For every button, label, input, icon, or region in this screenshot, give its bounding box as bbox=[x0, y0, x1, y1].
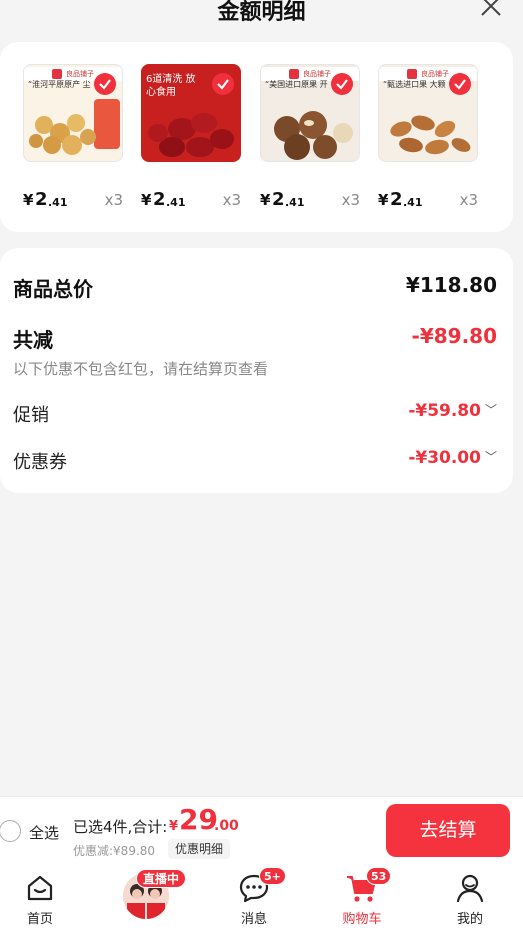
check-icon[interactable] bbox=[449, 73, 471, 95]
coupon-value-group[interactable]: -¥30.00 ﹀ bbox=[408, 448, 497, 468]
product-thumbnail[interactable]: 良品铺子 “甄选进口果 大颗 bbox=[378, 64, 478, 162]
total-reduce-value: -¥89.80 bbox=[411, 324, 497, 348]
bottom-tab-bar: 首页 直播中 5+ 消息 53 购物车 我的 bbox=[0, 863, 523, 931]
macadamia-image bbox=[274, 111, 353, 160]
brand-logo-icon bbox=[407, 69, 417, 79]
quantity: x3 bbox=[222, 191, 241, 209]
total-integer: 29 bbox=[179, 803, 218, 836]
promotion-label: 促销 bbox=[13, 405, 49, 426]
tab-messages-label: 消息 bbox=[240, 912, 267, 927]
price-summary-card: 商品总价 ¥118.80 共减 -¥89.80 以下优惠不包含红包，请在结算页查… bbox=[0, 248, 513, 493]
product-item[interactable]: 良品铺子 “淮河平原原产 尘 ¥ 2 .41 x3 bbox=[23, 64, 123, 210]
page-title: 金额明细 bbox=[217, 0, 306, 25]
modal-header: 金额明细 bbox=[0, 0, 523, 32]
price-row: ¥ 2 .41 x3 bbox=[378, 188, 478, 210]
discount-note: 以下优惠不包含红包，请在结算页查看 bbox=[13, 360, 269, 378]
checkout-button[interactable]: 去结算 bbox=[386, 804, 510, 857]
product-thumbnail[interactable]: 良品铺子 “淮河平原原产 尘 bbox=[23, 64, 123, 162]
price-integer: 2 bbox=[272, 189, 285, 210]
price-integer: 2 bbox=[390, 189, 403, 210]
tab-home-label: 首页 bbox=[26, 912, 53, 927]
price-row: ¥ 2 .41 x3 bbox=[260, 188, 360, 210]
discount-detail-button[interactable]: 优惠明细 bbox=[168, 839, 231, 859]
total-price-label: 商品总价 bbox=[13, 277, 93, 301]
check-icon[interactable] bbox=[94, 73, 116, 95]
product-item[interactable]: 6道清洗 放心食用 ¥ 2 .41 x3 bbox=[141, 64, 241, 210]
cart-badge: 53 bbox=[366, 867, 392, 885]
quantity: x3 bbox=[104, 191, 123, 209]
brand-logo-icon bbox=[289, 69, 299, 79]
discount-amount: 优惠减:¥89.80 bbox=[73, 844, 156, 858]
home-icon bbox=[27, 875, 53, 901]
product-thumbnail[interactable]: 6道清洗 放心食用 bbox=[141, 64, 241, 162]
tab-me-label: 我的 bbox=[456, 912, 483, 927]
checkout-bar: 全选 已选4件,合计: ¥ 29 .00 优惠减:¥89.80 优惠明细 去结算 bbox=[0, 796, 523, 863]
product-thumbnail[interactable]: 良品铺子 “美国进口原果 开 bbox=[260, 64, 360, 162]
quantity: x3 bbox=[459, 191, 478, 209]
price-decimal: .41 bbox=[285, 196, 305, 209]
tab-cart-label: 购物车 bbox=[342, 912, 382, 927]
promotion-value: -¥59.80 bbox=[408, 401, 481, 421]
quantity: x3 bbox=[341, 191, 360, 209]
price-decimal: .41 bbox=[48, 196, 68, 209]
tab-home[interactable]: 首页 bbox=[0, 863, 80, 931]
chevron-down-icon[interactable]: ﹀ bbox=[485, 401, 497, 418]
select-all-radio[interactable] bbox=[0, 820, 21, 842]
check-icon[interactable] bbox=[212, 73, 234, 95]
tab-me[interactable]: 我的 bbox=[430, 863, 510, 931]
check-icon[interactable] bbox=[331, 73, 353, 95]
price-decimal: .41 bbox=[403, 196, 423, 209]
price-currency: ¥ bbox=[260, 191, 271, 209]
live-badge: 直播中 bbox=[136, 869, 186, 888]
peanut-image bbox=[29, 99, 120, 155]
jujube-image bbox=[148, 113, 234, 157]
price-currency: ¥ bbox=[378, 191, 389, 209]
price-row: ¥ 2 .41 x3 bbox=[141, 188, 241, 210]
price-integer: 2 bbox=[153, 189, 166, 210]
select-all-label[interactable]: 全选 bbox=[29, 822, 59, 843]
selected-summary: 已选4件,合计: bbox=[73, 818, 168, 836]
coupon-label: 优惠券 bbox=[13, 452, 67, 473]
total-price-value: ¥118.80 bbox=[405, 273, 497, 297]
user-icon bbox=[456, 874, 484, 903]
price-currency: ¥ bbox=[141, 191, 152, 209]
promotion-value-group[interactable]: -¥59.80 ﹀ bbox=[408, 401, 497, 421]
tab-live[interactable]: 直播中 bbox=[106, 863, 186, 931]
coupon-value: -¥30.00 bbox=[408, 448, 481, 468]
close-icon[interactable] bbox=[479, 0, 503, 18]
product-list-card: 良品铺子 “淮河平原原产 尘 ¥ 2 .41 x3 6道清洗 放心食用 ¥ 2 … bbox=[0, 42, 513, 232]
price-integer: 2 bbox=[35, 189, 48, 210]
price-row: ¥ 2 .41 x3 bbox=[23, 188, 123, 210]
tab-messages[interactable]: 5+ 消息 bbox=[214, 863, 294, 931]
total-decimal: .00 bbox=[214, 818, 239, 834]
product-item[interactable]: 良品铺子 “甄选进口果 大颗 ¥ 2 .41 x3 bbox=[378, 64, 478, 210]
brand-logo-icon bbox=[52, 69, 62, 79]
total-currency: ¥ bbox=[169, 819, 179, 834]
total-reduce-label: 共减 bbox=[13, 328, 53, 352]
product-item[interactable]: 良品铺子 “美国进口原果 开 ¥ 2 .41 x3 bbox=[260, 64, 360, 210]
chevron-down-icon[interactable]: ﹀ bbox=[485, 448, 497, 465]
tab-cart[interactable]: 53 购物车 bbox=[322, 863, 402, 931]
almond-image bbox=[390, 115, 471, 155]
messages-badge: 5+ bbox=[259, 867, 286, 885]
price-decimal: .41 bbox=[166, 196, 186, 209]
price-currency: ¥ bbox=[23, 191, 34, 209]
